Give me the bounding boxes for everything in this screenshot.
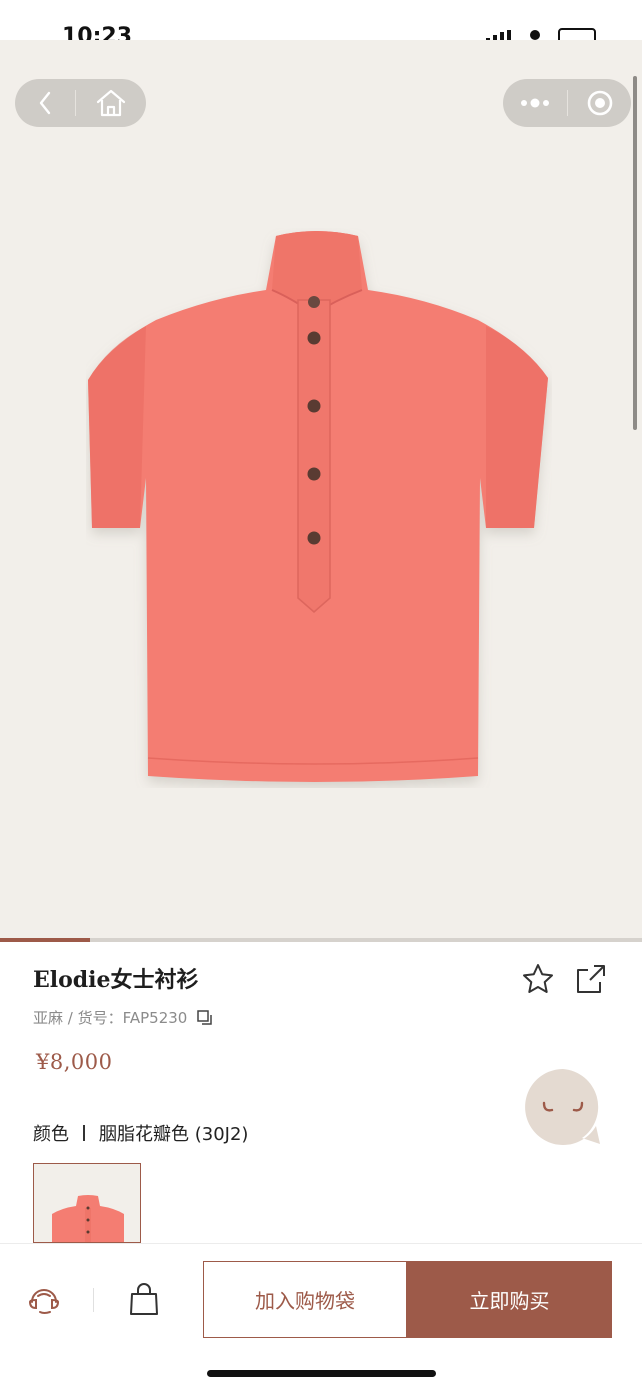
- more-button[interactable]: [503, 79, 567, 127]
- customer-service-button[interactable]: [26, 1282, 62, 1318]
- add-to-bag-button[interactable]: 加入购物袋: [203, 1261, 407, 1338]
- home-button[interactable]: [76, 79, 146, 127]
- color-selector-row: 颜色 胭脂花瓣色 (30J2): [33, 1120, 248, 1146]
- status-bar: 10:23: [0, 0, 642, 40]
- scrollbar[interactable]: [633, 76, 637, 430]
- copy-sku-button[interactable]: [197, 1009, 213, 1026]
- gallery-progress-fill: [0, 938, 90, 942]
- home-icon: [96, 89, 126, 117]
- product-meta: 亚麻 / 货号：FAP5230: [33, 1007, 213, 1028]
- material-sku: 亚麻 / 货号：FAP5230: [33, 1009, 188, 1027]
- chevron-left-icon: [39, 91, 51, 115]
- battery-icon: [558, 28, 596, 40]
- color-swatch[interactable]: [33, 1163, 141, 1243]
- wifi-icon: [530, 30, 540, 40]
- buy-now-button[interactable]: 立即购买: [407, 1261, 612, 1338]
- product-image: [88, 231, 548, 782]
- back-button[interactable]: [15, 79, 75, 127]
- status-time: 10:23: [62, 24, 133, 40]
- favorite-button[interactable]: [521, 962, 555, 996]
- close-miniprogram-button[interactable]: [568, 79, 631, 127]
- chat-assistant-button[interactable]: [524, 1068, 602, 1146]
- share-icon: [577, 965, 605, 993]
- product-title: Elodie女士衬衫: [33, 967, 199, 993]
- bar-divider: [93, 1288, 94, 1312]
- bottom-action-bar: 加入购物袋 立即购买: [0, 1243, 642, 1389]
- customer-service-icon: [28, 1289, 60, 1314]
- shopping-bag-button[interactable]: [126, 1282, 162, 1318]
- target-close-icon: [587, 90, 612, 116]
- product-price: ¥8,000: [36, 1050, 113, 1074]
- color-label: 颜色: [33, 1124, 69, 1145]
- nav-capsule: [15, 79, 146, 127]
- gallery-progress: [0, 938, 642, 942]
- color-divider: [83, 1125, 85, 1141]
- product-gallery[interactable]: [0, 40, 642, 938]
- color-value: 胭脂花瓣色 (30J2): [99, 1124, 249, 1145]
- chat-bubble-icon: [525, 1069, 600, 1145]
- swatch-shirt-image: [52, 1195, 124, 1242]
- more-dots-icon: [521, 98, 549, 108]
- signal-icon: [486, 30, 511, 40]
- home-indicator: [207, 1370, 436, 1377]
- share-button[interactable]: [574, 962, 608, 996]
- copy-icon: [197, 1009, 213, 1025]
- shopping-bag-icon: [130, 1283, 158, 1315]
- star-icon: [523, 964, 553, 993]
- menu-capsule: [503, 79, 631, 127]
